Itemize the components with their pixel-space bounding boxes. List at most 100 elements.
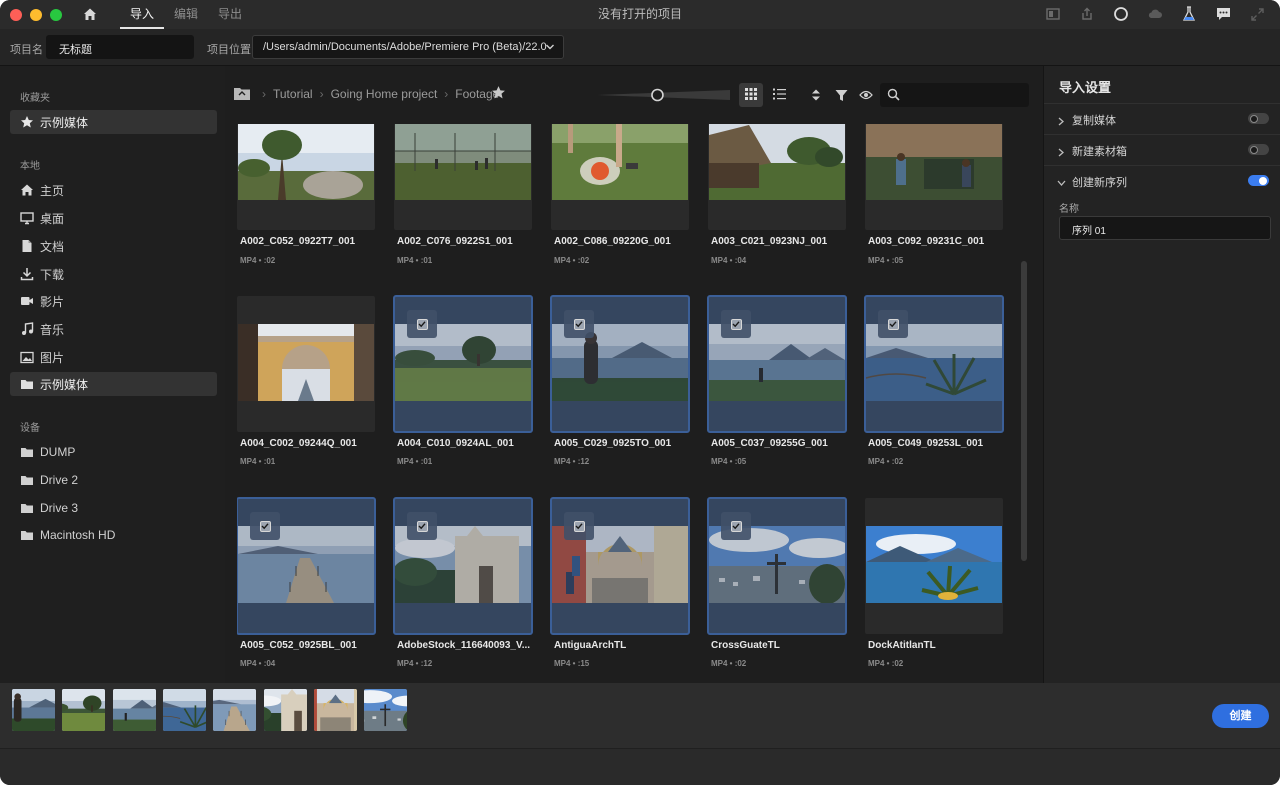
clip-preview-image — [552, 124, 688, 200]
sidebar-item-macintosh-hd[interactable]: Macintosh HD — [10, 523, 217, 547]
panel-layout-icon[interactable] — [1044, 5, 1062, 23]
tray-preview-image — [213, 689, 257, 731]
clip-thumbnail[interactable] — [550, 497, 690, 635]
favorite-star-icon[interactable] — [491, 85, 506, 103]
tray-clip-thumbnail[interactable] — [162, 689, 206, 731]
clip-thumbnail[interactable] — [237, 296, 375, 432]
checkbox-checked-icon[interactable] — [721, 310, 751, 338]
chevron-right-icon[interactable] — [1057, 146, 1065, 160]
sidebar-item-sample-media[interactable]: 示例媒体 — [10, 372, 217, 396]
feedback-icon[interactable] — [1214, 5, 1232, 23]
sidebar-item-label: 下载 — [40, 267, 65, 282]
sidebar-item-sample-media-favorite[interactable]: 示例媒体 — [10, 110, 217, 134]
progress-circle-icon[interactable] — [1112, 5, 1130, 23]
beta-flask-icon[interactable] — [1180, 5, 1198, 23]
clip-meta: MP4 • :01 — [397, 457, 433, 466]
checkbox-checked-icon[interactable] — [564, 512, 594, 540]
tray-preview-image — [313, 689, 357, 731]
project-location-value: /Users/admin/Documents/Adobe/Premiere Pr… — [263, 41, 547, 53]
close-window-button[interactable] — [10, 8, 22, 21]
chevron-right-icon[interactable] — [1057, 115, 1065, 129]
search-field[interactable] — [880, 83, 1029, 107]
grid-view-button[interactable] — [739, 83, 763, 107]
tab-import[interactable]: 导入 — [120, 0, 165, 29]
sidebar-item-desktop[interactable]: 桌面 — [10, 206, 217, 230]
sidebar-item-label: Drive 2 — [40, 473, 79, 487]
folder-browse-icon[interactable] — [233, 86, 251, 104]
clip-thumbnail[interactable] — [707, 497, 847, 635]
tray-clip-thumbnail[interactable] — [364, 689, 408, 731]
visibility-eye-icon[interactable] — [857, 86, 875, 104]
checkbox-checked-icon[interactable] — [407, 310, 437, 338]
clip-thumbnail[interactable] — [708, 124, 846, 230]
sidebar-item-drive-2[interactable]: Drive 2 — [10, 468, 217, 492]
home-icon[interactable] — [82, 6, 98, 22]
search-input[interactable] — [906, 86, 1021, 104]
clip-thumbnail[interactable] — [550, 295, 690, 433]
thumbnail-size-slider[interactable] — [597, 88, 730, 102]
minimize-window-button[interactable] — [30, 8, 42, 21]
sidebar-item-drive-3[interactable]: Drive 3 — [10, 496, 217, 520]
download-icon — [19, 266, 35, 282]
clip-thumbnail[interactable] — [394, 124, 532, 230]
tray-clip-thumbnail[interactable] — [313, 689, 357, 731]
tray-clip-thumbnail[interactable] — [213, 689, 257, 731]
clip-thumbnail[interactable] — [707, 295, 847, 433]
sidebar-item-movies[interactable]: 影片 — [10, 289, 217, 313]
clip-thumbnail[interactable] — [237, 497, 376, 635]
clip-meta: MP4 • :02 — [711, 659, 747, 668]
create-button[interactable]: 创建 — [1212, 704, 1269, 728]
setting-create-sequence[interactable]: 创建新序列 — [1044, 165, 1280, 195]
clip-name: A002_C052_0922T7_001 — [240, 236, 356, 247]
checkbox-checked-icon[interactable] — [250, 512, 280, 540]
project-bar: 项目名 无标题 项目位置 /Users/admin/Documents/Adob… — [0, 29, 1280, 66]
sidebar-item-downloads[interactable]: 下载 — [10, 262, 217, 286]
clip-thumbnail[interactable] — [237, 124, 375, 230]
filter-icon[interactable] — [832, 86, 850, 104]
sidebar-item-music[interactable]: 音乐 — [10, 317, 217, 341]
tray-clip-thumbnail[interactable] — [263, 689, 307, 731]
copy-media-toggle[interactable] — [1248, 113, 1269, 124]
sort-icon[interactable] — [807, 86, 825, 104]
clip-thumbnail[interactable] — [551, 124, 689, 230]
tray-clip-thumbnail[interactable] — [62, 689, 106, 731]
list-view-button[interactable] — [767, 83, 791, 107]
grid-scrollbar[interactable] — [1021, 261, 1027, 561]
tab-edit[interactable]: 编辑 — [164, 0, 208, 29]
clip-thumbnail[interactable] — [864, 295, 1004, 433]
share-icon[interactable] — [1078, 5, 1096, 23]
sidebar-item-documents[interactable]: 文档 — [10, 234, 217, 258]
fullscreen-icon[interactable] — [1248, 5, 1266, 23]
project-location-select[interactable]: /Users/admin/Documents/Adobe/Premiere Pr… — [252, 35, 564, 59]
project-name-label: 项目名 — [10, 44, 43, 56]
breadcrumb-tutorial[interactable]: Tutorial — [273, 87, 313, 101]
checkbox-checked-icon[interactable] — [564, 310, 594, 338]
checkbox-checked-icon[interactable] — [407, 512, 437, 540]
clip-name: CrossGuateTL — [711, 640, 780, 651]
tab-export[interactable]: 导出 — [208, 0, 252, 29]
tray-clip-thumbnail[interactable] — [12, 689, 55, 731]
cloud-icon[interactable] — [1146, 5, 1164, 23]
new-bin-toggle[interactable] — [1248, 144, 1269, 155]
sidebar-item-home[interactable]: 主页 — [10, 178, 217, 202]
breadcrumb-going-home-project[interactable]: Going Home project — [331, 87, 438, 101]
clip-thumbnail[interactable] — [865, 498, 1003, 634]
clip-thumbnail[interactable] — [393, 295, 533, 433]
setting-copy-media[interactable]: 复制媒体 — [1044, 103, 1280, 133]
chevron-down-icon[interactable] — [1057, 176, 1066, 190]
clip-thumbnail[interactable] — [393, 497, 533, 635]
sequence-name-input[interactable]: 序列 01 — [1059, 216, 1271, 240]
checkbox-checked-icon[interactable] — [721, 512, 751, 540]
create-sequence-toggle[interactable] — [1248, 175, 1269, 186]
search-icon — [887, 88, 900, 104]
setting-new-bin[interactable]: 新建素材箱 — [1044, 134, 1280, 164]
clip-thumbnail[interactable] — [865, 124, 1003, 230]
checkbox-box — [416, 318, 428, 330]
maximize-window-button[interactable] — [50, 8, 62, 21]
sidebar-item-pictures[interactable]: 图片 — [10, 345, 217, 369]
tray-clip-thumbnail[interactable] — [112, 689, 156, 731]
checkbox-checked-icon[interactable] — [878, 310, 908, 338]
clip-meta: MP4 • :02 — [240, 256, 276, 265]
project-name-input[interactable]: 无标题 — [46, 35, 194, 59]
sidebar-item-dump[interactable]: DUMP — [10, 440, 217, 464]
